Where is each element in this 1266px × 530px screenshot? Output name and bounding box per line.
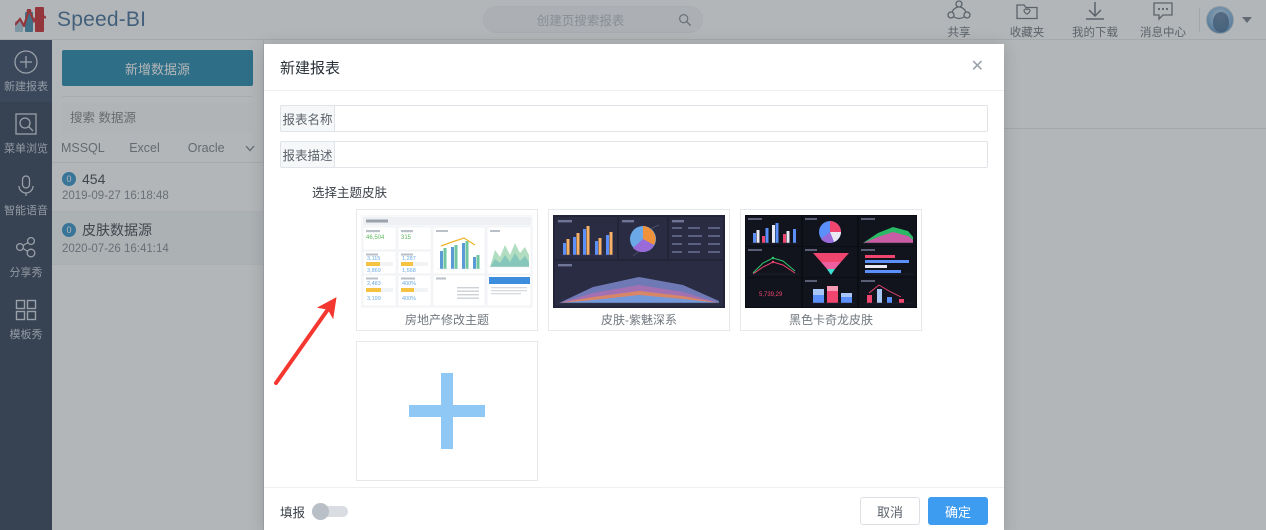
report-desc-input[interactable] — [334, 141, 988, 168]
svg-text:3,869: 3,869 — [367, 268, 381, 274]
theme-preview-dark-black: 5,739,29 — [745, 215, 917, 308]
theme-preview-dark-purple — [553, 215, 725, 308]
svg-text:315: 315 — [401, 235, 412, 241]
theme-name: 皮肤-紫魅深系 — [601, 313, 677, 327]
theme-thumbnail — [553, 215, 725, 308]
svg-text:5,739,29: 5,739,29 — [759, 292, 783, 298]
theme-card-dark-black[interactable]: 5,739,29 黑色卡奇龙皮肤 — [740, 209, 922, 331]
theme-name: 房地产修改主题 — [404, 313, 489, 327]
dialog-footer: 填报 取消 确定 — [264, 487, 1004, 530]
svg-text:400%: 400% — [402, 281, 416, 287]
fill-report-toggle-group: 填报 — [280, 502, 852, 521]
report-name-label: 报表名称 — [280, 105, 334, 132]
plus-icon — [409, 373, 485, 449]
svg-text:1,568: 1,568 — [402, 268, 416, 274]
cancel-button[interactable]: 取消 — [859, 497, 920, 525]
dialog-body: 报表名称 报表描述 选择主题皮肤 46,504 315 3,115 3,869 … — [264, 91, 1004, 487]
theme-card-dark-purple[interactable]: 皮肤-紫魅深系 — [548, 209, 730, 331]
svg-text:2,483: 2,483 — [367, 281, 381, 287]
dialog-header: 新建报表 ✕ — [264, 44, 1004, 91]
theme-card-grid: 46,504 315 3,115 3,869 1,287 1,568 2,483… — [356, 209, 936, 481]
application-window: Speed-BI 创建页搜索报表 共享 收藏夹 我的下载 消息中心 新建报表 菜… — [0, 0, 1266, 530]
report-name-field-group: 报表名称 — [280, 105, 988, 132]
new-report-dialog: 新建报表 ✕ 报表名称 报表描述 选择主题皮肤 46,504 315 3,115… — [264, 44, 1004, 530]
theme-name: 黑色卡奇龙皮肤 — [788, 313, 873, 327]
svg-text:46,504: 46,504 — [366, 235, 385, 241]
dialog-title: 新建报表 — [280, 59, 341, 77]
svg-text:400%: 400% — [402, 296, 416, 302]
confirm-button[interactable]: 确定 — [927, 497, 988, 525]
svg-text:3,115: 3,115 — [367, 256, 380, 262]
svg-text:3,199: 3,199 — [367, 296, 381, 302]
report-name-input[interactable] — [334, 105, 988, 132]
theme-preview-light: 46,504 315 3,115 3,869 1,287 1,568 2,483… — [361, 215, 533, 308]
add-theme-card[interactable] — [356, 341, 538, 481]
theme-section-label: 选择主题皮肤 — [312, 186, 388, 200]
theme-thumbnail: 5,739,29 — [745, 215, 917, 308]
switch-knob — [312, 502, 330, 520]
theme-card-light[interactable]: 46,504 315 3,115 3,869 1,287 1,568 2,483… — [356, 209, 538, 331]
fill-report-label: 填报 — [280, 505, 306, 520]
svg-text:1,287: 1,287 — [402, 256, 416, 262]
close-icon[interactable]: ✕ — [967, 57, 988, 77]
report-desc-field-group: 报表描述 — [280, 141, 988, 168]
fill-report-switch[interactable] — [312, 502, 349, 520]
theme-thumbnail: 46,504 315 3,115 3,869 1,287 1,568 2,483… — [361, 215, 533, 308]
report-desc-label: 报表描述 — [280, 141, 334, 168]
